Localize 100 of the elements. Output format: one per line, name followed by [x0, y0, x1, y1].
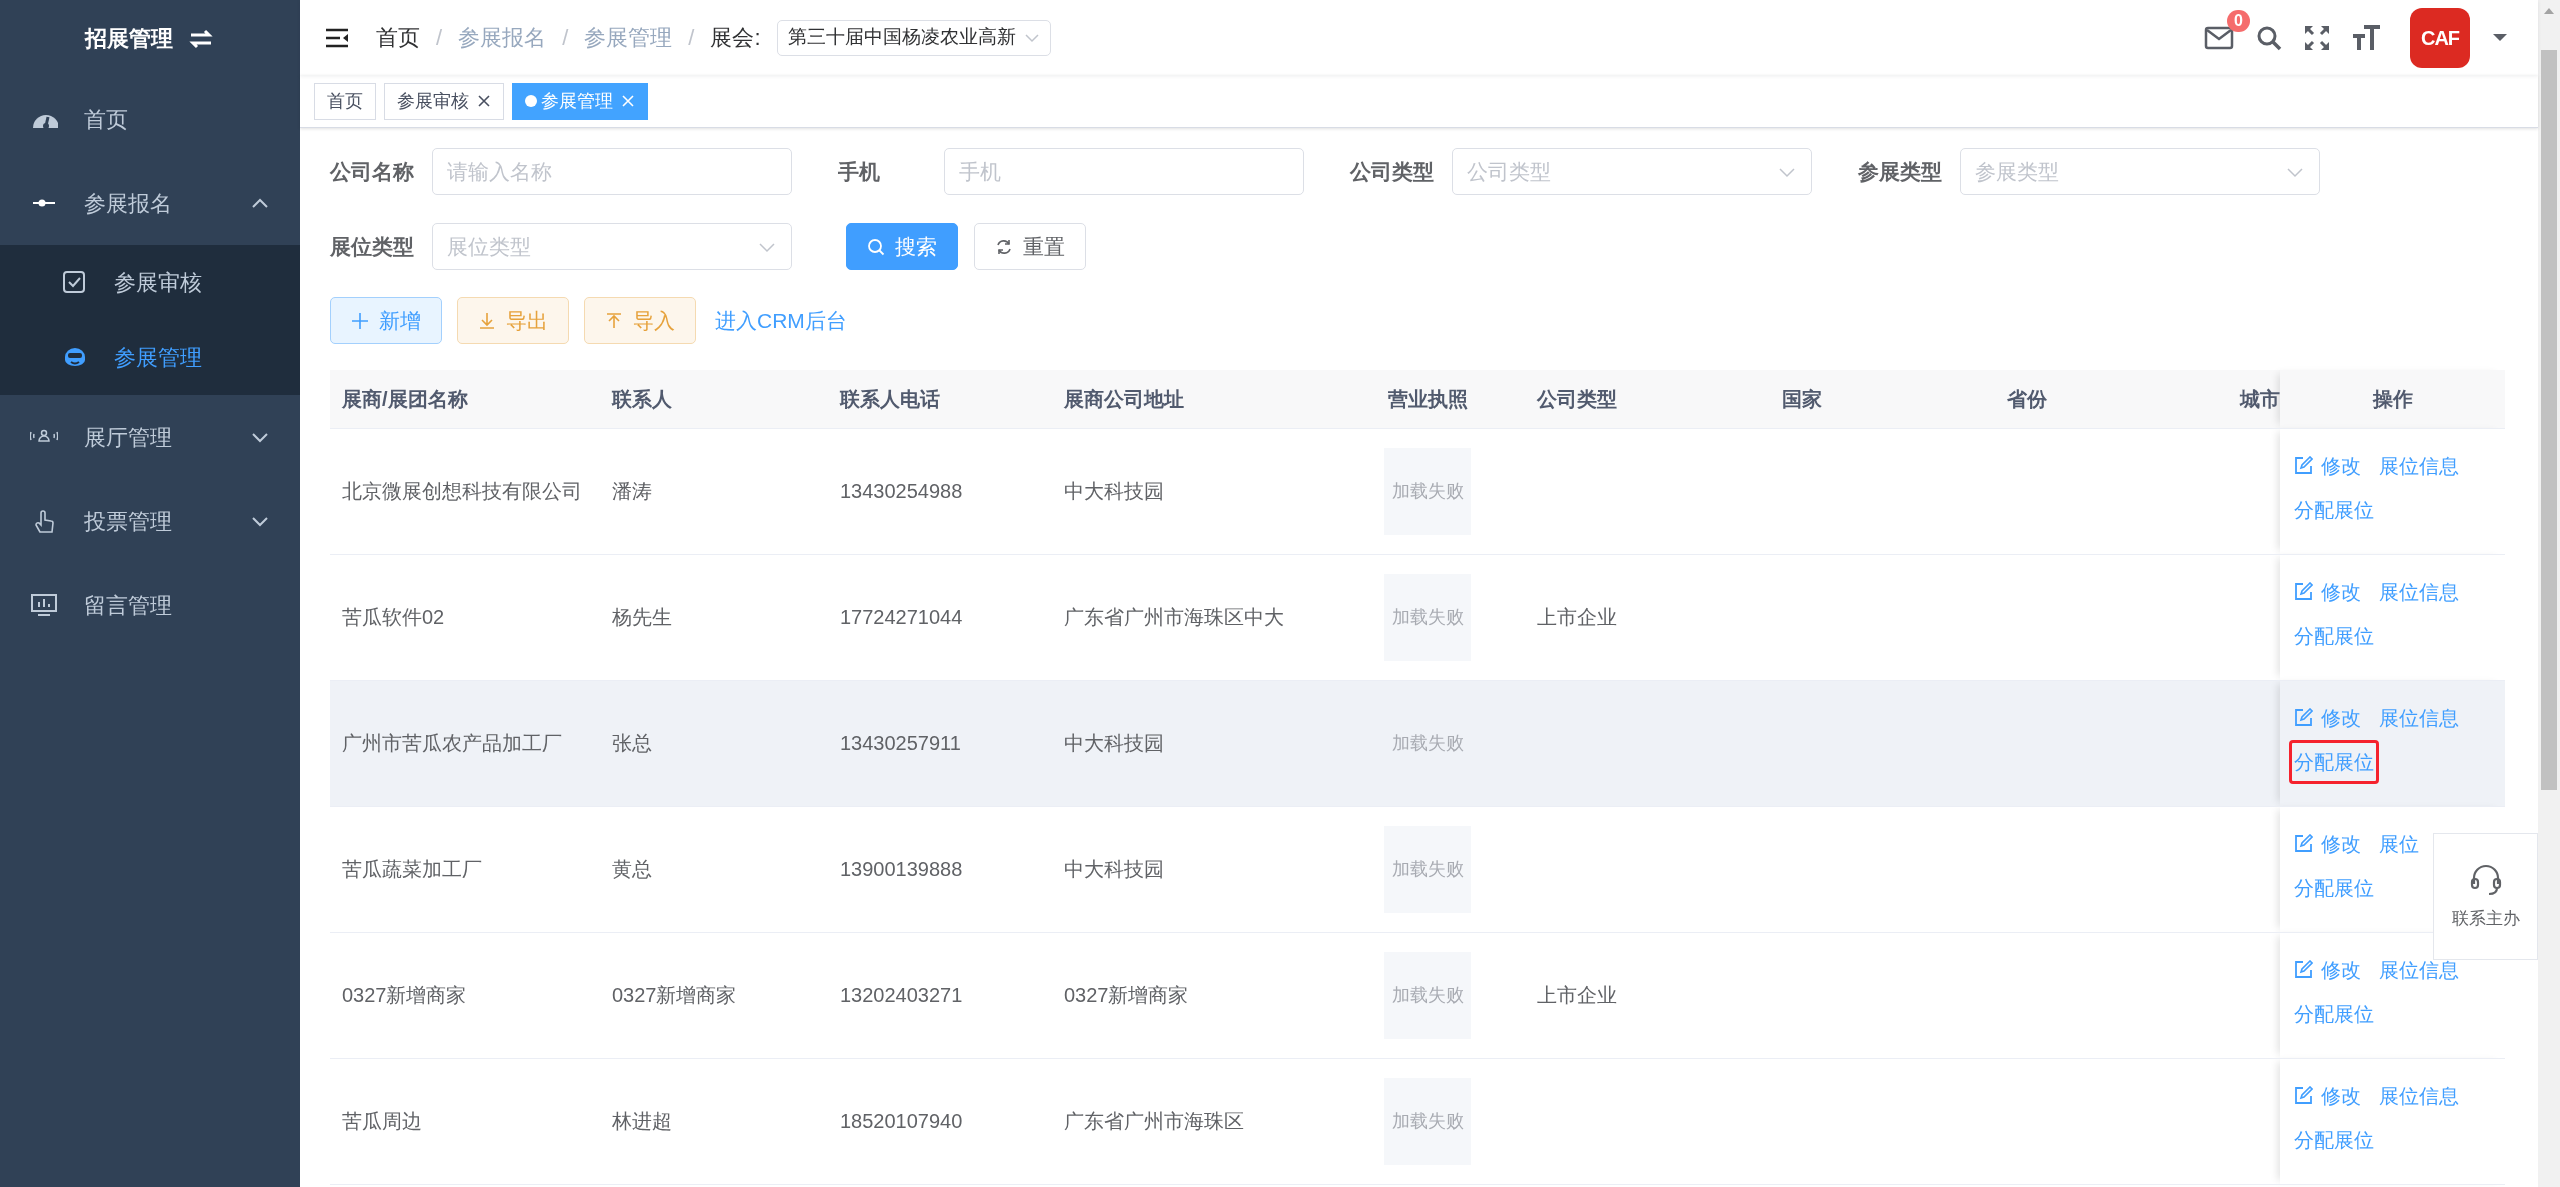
- input-field[interactable]: 请输入名称: [432, 148, 792, 195]
- column-header: 操作: [2280, 370, 2505, 428]
- field-label: 参展类型: [1858, 158, 1943, 185]
- table-cell: 黄总: [612, 858, 652, 880]
- checkbox-icon: [62, 269, 88, 296]
- assign-booth-link[interactable]: 分配展位: [2289, 739, 2379, 784]
- table-cell: 上市企业: [1537, 606, 1617, 628]
- table-row[interactable]: 苦瓜周边 林进超 18520107940 广东省广州市海珠区 加载失败 修改 展位信息 分配展位: [330, 1058, 2505, 1184]
- count-badge: 0: [2227, 9, 2250, 32]
- submenu-item[interactable]: 参展管理: [0, 320, 300, 395]
- table-cell: 13900139888: [840, 858, 963, 880]
- search-icon: [867, 237, 885, 256]
- table-cell: 中大科技园: [1064, 858, 1164, 880]
- menu-item[interactable]: 留言管理: [0, 563, 300, 647]
- booth-info-link[interactable]: 展位信息: [2379, 576, 2459, 607]
- edit-link[interactable]: 修改: [2294, 576, 2361, 607]
- select-field[interactable]: 公司类型: [1452, 148, 1812, 195]
- image-placeholder: 加载失败: [1384, 951, 1471, 1039]
- column-header: 联系人电话: [828, 370, 1052, 428]
- logo-avatar[interactable]: CAF: [2410, 7, 2470, 68]
- edit-icon: [2294, 1086, 2313, 1105]
- caret-icon[interactable]: [2492, 32, 2508, 43]
- toolbar-button[interactable]: 导出: [457, 297, 569, 344]
- menu-item[interactable]: 投票管理: [0, 479, 300, 563]
- menu-item[interactable]: 首页: [0, 77, 300, 161]
- table-cell: 张总: [612, 732, 652, 754]
- edit-icon: [2294, 960, 2313, 979]
- table-cell: 广东省广州市海珠区中大: [1064, 606, 1284, 628]
- separator: /: [688, 24, 695, 52]
- image-placeholder: 加载失败: [1390, 731, 1465, 755]
- menu-item[interactable]: 参展报名: [0, 161, 300, 245]
- table-cell: 中大科技园: [1064, 480, 1164, 502]
- assign-booth-link[interactable]: 分配展位: [2289, 487, 2379, 532]
- crm-link[interactable]: 进入CRM后台: [715, 304, 847, 337]
- table-cell: 上市企业: [1537, 984, 1617, 1006]
- breadcrumb-item[interactable]: 首页: [376, 21, 420, 54]
- table-cell: 广州市苦瓜农产品加工厂: [342, 732, 562, 754]
- edit-icon: [2294, 834, 2313, 853]
- assign-booth-link[interactable]: 分配展位: [2289, 1117, 2379, 1162]
- assign-booth-link[interactable]: 分配展位: [2289, 991, 2379, 1036]
- table-cell: 13430257911: [840, 732, 961, 754]
- field-label: 公司名称: [330, 158, 415, 185]
- fullscreen-icon[interactable]: [2304, 24, 2330, 51]
- plus-icon: [351, 311, 369, 330]
- table-row[interactable]: 苦瓜软件02 杨先生 17724271044 广东省广州市海珠区中大 加载失败 上市企业 修改 展位信息 分配展位: [330, 554, 2505, 680]
- column-header: 营业执照: [1330, 370, 1525, 428]
- table-row[interactable]: 0327新增商家 0327新增商家 13202403271 0327新增商家 加载失败 上市企业 修改 展位信息 分配展位: [330, 932, 2505, 1058]
- edit-icon: [2294, 582, 2313, 601]
- field-label: 展位类型: [330, 233, 415, 260]
- font-size-icon[interactable]: [2352, 23, 2380, 52]
- edit-link[interactable]: 修改: [2294, 450, 2361, 481]
- edit-link[interactable]: 修改: [2294, 702, 2361, 733]
- select-field[interactable]: 参展类型: [1960, 148, 2320, 195]
- edit-link[interactable]: 修改: [2294, 1080, 2361, 1111]
- image-placeholder: 加载失败: [1384, 825, 1471, 913]
- reset-button[interactable]: 重置: [974, 223, 1086, 270]
- booth-info-link[interactable]: 展位: [2379, 828, 2419, 859]
- select-field[interactable]: 展位类型: [432, 223, 792, 270]
- table-cell: 0327新增商家: [1064, 984, 1189, 1006]
- separator: /: [436, 24, 443, 52]
- column-header: 展商/展团名称: [330, 370, 600, 428]
- scrollbar[interactable]: [2538, 0, 2560, 1187]
- booth-info-link[interactable]: 展位信息: [2379, 450, 2459, 481]
- breadcrumb-item: 参展管理: [584, 24, 673, 52]
- booth-info-link[interactable]: 展位信息: [2379, 702, 2459, 733]
- column-header: 国家: [1770, 370, 1995, 428]
- edit-link[interactable]: 修改: [2294, 828, 2361, 859]
- table-cell: 0327新增商家: [612, 984, 737, 1006]
- event-select[interactable]: 第三十届中国杨凌农业高新: [776, 19, 1051, 56]
- tab[interactable]: 首页: [314, 82, 376, 120]
- image-placeholder: 加载失败: [1384, 447, 1471, 535]
- submenu-item[interactable]: 参展审核: [0, 245, 300, 320]
- download-icon: [478, 311, 496, 330]
- table-row[interactable]: 北京微展创想科技有限公司 潘涛 13430254988 中大科技园 加载失败 修改 展位信息 分配展位: [330, 428, 2505, 554]
- search-button[interactable]: 搜索: [846, 223, 958, 270]
- menu-item[interactable]: 展厅管理: [0, 395, 300, 479]
- table-row[interactable]: 广州市苦瓜农产品加工厂 张总 13430257911 中大科技园 加载失败 修改 展位信息 分配展位: [330, 680, 2505, 806]
- close-icon[interactable]: [477, 94, 491, 108]
- contact-widget[interactable]: 联系主办: [2433, 833, 2538, 960]
- search-icon[interactable]: [2256, 24, 2282, 51]
- event-label: 展会:: [710, 24, 761, 52]
- field-label: 手机: [838, 158, 881, 185]
- edit-icon: [2294, 456, 2313, 475]
- table-cell: 13202403271: [840, 984, 963, 1006]
- toolbar-button[interactable]: 新增: [330, 297, 442, 344]
- toolbar-button[interactable]: 导入: [584, 297, 696, 344]
- edit-link[interactable]: 修改: [2294, 954, 2361, 985]
- input-field[interactable]: 手机: [944, 148, 1304, 195]
- monitor-icon: [30, 592, 58, 618]
- breadcrumb-item: 参展报名: [458, 24, 547, 52]
- assign-booth-link[interactable]: 分配展位: [2289, 613, 2379, 658]
- column-header: 省份: [1995, 370, 2220, 428]
- table-cell: 苦瓜软件02: [342, 606, 445, 628]
- booth-info-link[interactable]: 展位信息: [2379, 1080, 2459, 1111]
- table-cell: 潘涛: [612, 480, 652, 502]
- table-cell: 13430254988: [840, 480, 963, 502]
- tab[interactable]: 参展管理: [512, 82, 648, 120]
- tab[interactable]: 参展审核: [384, 82, 504, 120]
- table-cell: 0327新增商家: [342, 984, 467, 1006]
- assign-booth-link[interactable]: 分配展位: [2289, 865, 2379, 910]
